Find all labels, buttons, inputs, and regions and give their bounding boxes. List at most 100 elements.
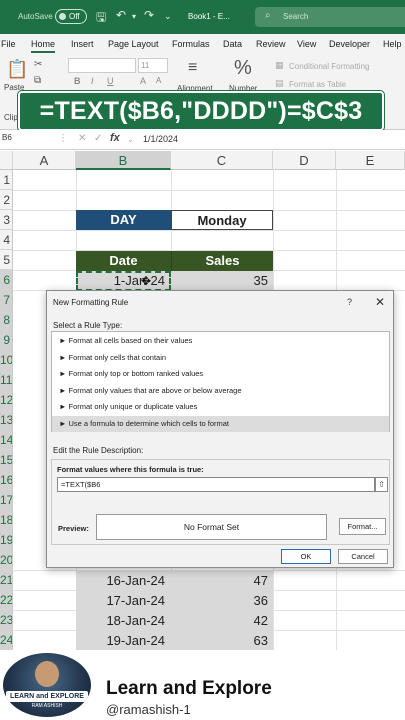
row-header[interactable]: 21	[0, 570, 13, 590]
tab-file[interactable]: File	[1, 39, 16, 49]
enter-icon[interactable]: ✓	[94, 133, 102, 144]
format-as-table-icon[interactable]: ▤	[275, 78, 284, 89]
font-name-box[interactable]	[68, 58, 136, 73]
tab-home[interactable]: Home	[31, 39, 56, 53]
tab-developer[interactable]: Developer	[329, 39, 370, 49]
alignment-icon[interactable]: ≡	[188, 59, 197, 77]
ok-button[interactable]: OK	[281, 549, 331, 564]
tab-page-layout[interactable]: Page Layout	[108, 39, 159, 49]
column-header-d[interactable]: D	[273, 151, 336, 170]
row-header[interactable]: 7	[0, 290, 13, 310]
formula-banner: =TEXT($B6,"DDDD")=$C$3	[17, 90, 385, 132]
row-header[interactable]: 18	[0, 510, 13, 530]
save-icon[interactable]: 🖫	[96, 8, 106, 29]
undo-icon[interactable]: ↶	[116, 8, 126, 22]
row-header[interactable]: 5	[0, 250, 13, 270]
rule-formula-input[interactable]: =TEXT($B6	[57, 477, 375, 492]
row-header[interactable]: 19	[0, 530, 13, 550]
formula-input[interactable]: 1/1/2024	[143, 134, 178, 144]
copy-icon[interactable]: ⧉	[34, 75, 41, 86]
sales-cell[interactable]: 35	[171, 271, 273, 291]
rule-type-item[interactable]: ► Format only unique or duplicate values	[52, 399, 389, 415]
paste-icon[interactable]: 📋	[6, 59, 28, 80]
rule-type-item[interactable]: ► Format all cells based on their values	[52, 333, 389, 349]
tab-view[interactable]: View	[297, 39, 316, 49]
sales-header-cell[interactable]: Sales	[171, 251, 273, 271]
channel-footer: LEARN and EXPLORE RAM ASHISH Learn and E…	[0, 650, 405, 720]
column-header-c[interactable]: C	[171, 151, 273, 170]
help-icon[interactable]: ?	[347, 297, 352, 307]
sales-cell[interactable]: 47	[171, 571, 273, 591]
autosave-toggle[interactable]: Off	[55, 9, 87, 24]
row-header[interactable]: 23	[0, 610, 13, 630]
italic-icon[interactable]: I	[91, 76, 94, 86]
tab-insert[interactable]: Insert	[71, 39, 94, 49]
date-cell[interactable]: 18-Jan-24	[76, 611, 171, 631]
date-cell[interactable]: 17-Jan-24	[76, 591, 171, 611]
row-header[interactable]: 20	[0, 550, 13, 570]
row-header[interactable]: 6	[0, 270, 13, 290]
customize-toolbar-icon[interactable]: ⌄	[164, 11, 172, 22]
font-shrink-icon[interactable]: A	[156, 76, 161, 85]
column-header-b[interactable]: B	[76, 151, 171, 170]
rule-type-item[interactable]: ► Format only values that are above or b…	[52, 383, 389, 399]
select-all-corner[interactable]	[0, 151, 13, 170]
name-box[interactable]: B6	[0, 133, 40, 147]
row-header[interactable]: 10	[0, 350, 13, 370]
rule-type-item[interactable]: ► Format only cells that contain	[52, 350, 389, 366]
chevron-down-icon[interactable]: ⌄	[127, 135, 134, 144]
row-header[interactable]: 1	[0, 170, 13, 190]
tab-data[interactable]: Data	[223, 39, 242, 49]
row-header[interactable]: 17	[0, 490, 13, 510]
row-header[interactable]: 4	[0, 230, 13, 250]
cancel-button[interactable]: Cancel	[338, 549, 388, 564]
cut-icon[interactable]: ✂	[34, 59, 42, 70]
bold-icon[interactable]: B	[74, 76, 81, 86]
format-as-table-button[interactable]: Format as Table	[289, 80, 346, 89]
row-header[interactable]: 24	[0, 630, 13, 650]
sales-cell[interactable]: 36	[171, 591, 273, 611]
column-header-a[interactable]: A	[13, 151, 76, 170]
underline-icon[interactable]: U	[107, 76, 114, 86]
insert-function-icon[interactable]: fx	[110, 132, 120, 144]
gridline	[13, 190, 405, 191]
font-grow-icon[interactable]: A	[140, 76, 146, 86]
tab-formulas[interactable]: Formulas	[172, 39, 210, 49]
row-header[interactable]: 9	[0, 330, 13, 350]
close-icon[interactable]: ✕	[375, 295, 385, 309]
chevron-down-icon[interactable]: ▾	[132, 12, 136, 21]
row-header[interactable]: 11	[0, 370, 13, 390]
title-bar: AutoSave Off 🖫 ↶ ▾ ↷ ⌄ Book1 - E... ⌕ Se…	[0, 0, 405, 34]
row-header[interactable]: 22	[0, 590, 13, 610]
format-button[interactable]: Format...	[339, 518, 386, 535]
row-header[interactable]: 12	[0, 390, 13, 410]
row-header[interactable]: 16	[0, 470, 13, 490]
tab-help[interactable]: Help	[383, 39, 402, 49]
percent-icon[interactable]: %	[234, 57, 252, 80]
date-header-cell[interactable]: Date	[76, 251, 171, 271]
row-header[interactable]: 14	[0, 430, 13, 450]
conditional-formatting-button[interactable]: Conditional Formatting	[289, 62, 369, 71]
search-box[interactable]: ⌕ Search	[255, 7, 405, 27]
date-cell[interactable]: 19-Jan-24	[76, 631, 171, 651]
redo-icon[interactable]: ↷	[144, 8, 154, 22]
date-cell[interactable]: 16-Jan-24	[76, 571, 171, 591]
day-value-cell[interactable]: Monday	[171, 210, 273, 230]
more-icon: ⋮	[58, 133, 68, 144]
collapse-dialog-icon[interactable]: ⇧	[375, 477, 388, 492]
day-label-cell[interactable]: DAY	[76, 210, 171, 230]
row-header[interactable]: 13	[0, 410, 13, 430]
sales-cell[interactable]: 42	[171, 611, 273, 631]
row-header[interactable]: 3	[0, 210, 13, 230]
row-header[interactable]: 2	[0, 190, 13, 210]
row-header[interactable]: 8	[0, 310, 13, 330]
font-size-box[interactable]: 11	[138, 58, 168, 73]
rule-type-item[interactable]: ► Format only top or bottom ranked value…	[52, 366, 389, 382]
tab-review[interactable]: Review	[256, 39, 286, 49]
rule-type-item-selected[interactable]: ► Use a formula to determine which cells…	[52, 416, 389, 432]
sales-cell[interactable]: 63	[171, 631, 273, 651]
column-header-e[interactable]: E	[336, 151, 405, 170]
row-header[interactable]: 15	[0, 450, 13, 470]
cancel-icon[interactable]: ✕	[78, 133, 86, 144]
conditional-formatting-icon[interactable]: ▦	[275, 60, 284, 71]
